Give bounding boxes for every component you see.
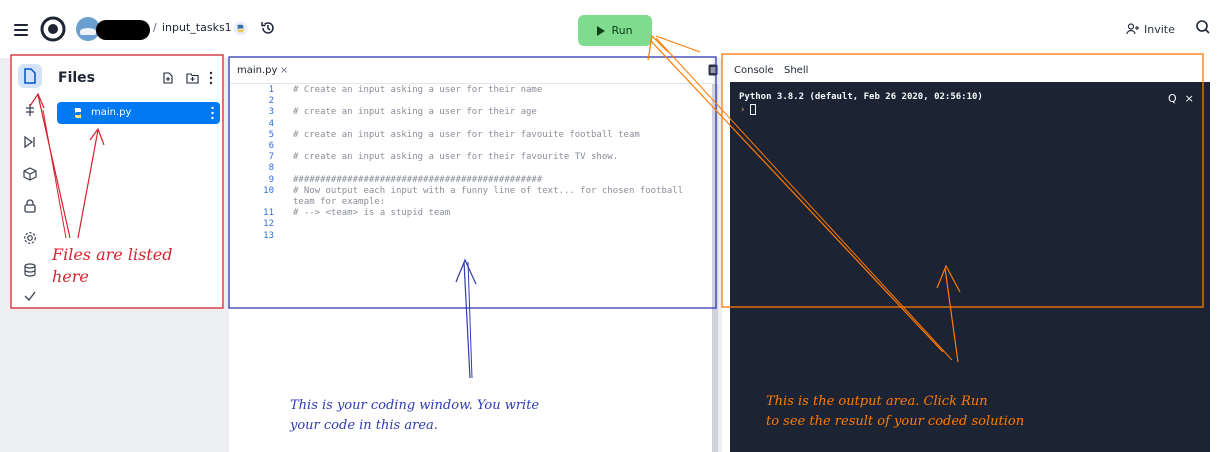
new-folder-icon[interactable] <box>186 72 199 84</box>
debugger-tool-icon[interactable] <box>18 130 42 154</box>
console-cursor <box>750 104 756 115</box>
top-bar: / input_tasks1 Run Invite <box>0 0 1218 58</box>
replit-logo-icon[interactable] <box>40 16 66 42</box>
settings-gear-icon[interactable] <box>18 226 42 250</box>
line-number: 10 <box>263 185 274 196</box>
invite-button[interactable]: Invite <box>1126 20 1175 38</box>
console-prompt: › <box>740 105 746 115</box>
tool-rail <box>10 58 50 308</box>
line-number: 9 <box>268 174 274 185</box>
editor-annotation: This is your coding window. You write yo… <box>290 396 539 436</box>
search-icon[interactable] <box>1195 19 1211 35</box>
line-number: 1 <box>268 85 274 95</box>
code-line: ########################################… <box>293 174 543 185</box>
line-number: 11 <box>263 208 274 219</box>
line-number: 8 <box>268 163 274 174</box>
file-item-label: main.py <box>91 107 132 118</box>
editor-annotation-line1: This is your coding window. You write <box>290 398 540 413</box>
checkmark-icon[interactable] <box>18 288 42 304</box>
python-language-icon[interactable] <box>233 21 248 36</box>
extensions-tool-icon[interactable] <box>18 162 42 186</box>
output-annotation: This is the output area. Click Run to se… <box>766 392 1024 432</box>
line-number: 5 <box>268 129 274 140</box>
secrets-lock-icon[interactable] <box>18 194 42 218</box>
output-annotation-line2: to see the result of your coded solution <box>766 414 1025 429</box>
line-number: 12 <box>263 219 274 230</box>
run-button-label: Run <box>611 24 633 37</box>
pane-layout-icon[interactable] <box>708 64 718 76</box>
line-number: 7 <box>268 152 274 163</box>
output-annotation-line1: This is the output area. Click Run <box>766 394 988 409</box>
redacted-username <box>96 20 150 40</box>
history-icon[interactable] <box>260 20 276 36</box>
files-annotation: Files are listed here <box>52 244 172 288</box>
tab-console[interactable]: Console <box>734 65 774 76</box>
line-number: 3 <box>268 107 274 118</box>
database-icon[interactable] <box>18 258 42 282</box>
code-line: # --> <team> is a stupid team <box>293 208 451 219</box>
line-number: 4 <box>268 118 274 129</box>
code-line: # Now output each input with a funny lin… <box>293 185 684 196</box>
code-line: # create an input asking a user for thei… <box>293 107 537 118</box>
files-annotation-line1: Files are listed <box>52 245 173 264</box>
code-line: team for example: <box>293 197 386 207</box>
line-number: 6 <box>268 141 274 151</box>
console-tools: Q × <box>1168 92 1194 105</box>
line-number: 2 <box>268 96 274 107</box>
play-icon <box>597 25 606 36</box>
console-close-icon[interactable]: × <box>1185 92 1194 105</box>
files-panel-title: Files <box>58 70 95 86</box>
new-file-icon[interactable] <box>162 72 174 84</box>
invite-label: Invite <box>1144 22 1175 36</box>
packages-tool-icon[interactable] <box>18 98 42 122</box>
editor-annotation-line2: your code in this area. <box>290 418 438 433</box>
add-person-icon <box>1126 23 1139 35</box>
code-line: # create an input asking a user for thei… <box>293 152 619 163</box>
code-line: # create an input asking a user for thei… <box>293 129 640 140</box>
tab-main-py[interactable]: main.py <box>237 65 277 76</box>
menu-icon[interactable] <box>14 24 28 36</box>
files-more-icon[interactable] <box>209 71 213 85</box>
file-options-icon[interactable] <box>211 106 214 120</box>
file-item-main-py[interactable]: main.py <box>57 102 220 124</box>
tab-close-icon[interactable]: × <box>280 65 288 76</box>
files-annotation-line2: here <box>52 267 89 286</box>
files-tool-icon[interactable] <box>18 64 42 88</box>
python-file-icon <box>74 108 82 118</box>
editor-tab-strip <box>229 58 713 84</box>
tab-shell[interactable]: Shell <box>784 65 808 76</box>
repl-name[interactable]: input_tasks1 <box>162 21 232 34</box>
code-line: # Create an input asking a user for thei… <box>293 85 543 95</box>
line-number: 13 <box>263 230 274 241</box>
python-version-banner: Python 3.8.2 (default, Feb 26 2020, 02:5… <box>739 92 983 102</box>
console-search-icon[interactable]: Q <box>1168 92 1177 105</box>
breadcrumb-separator: / <box>153 21 157 34</box>
editor-scrollbar[interactable] <box>712 84 718 452</box>
run-button[interactable]: Run <box>578 15 652 46</box>
